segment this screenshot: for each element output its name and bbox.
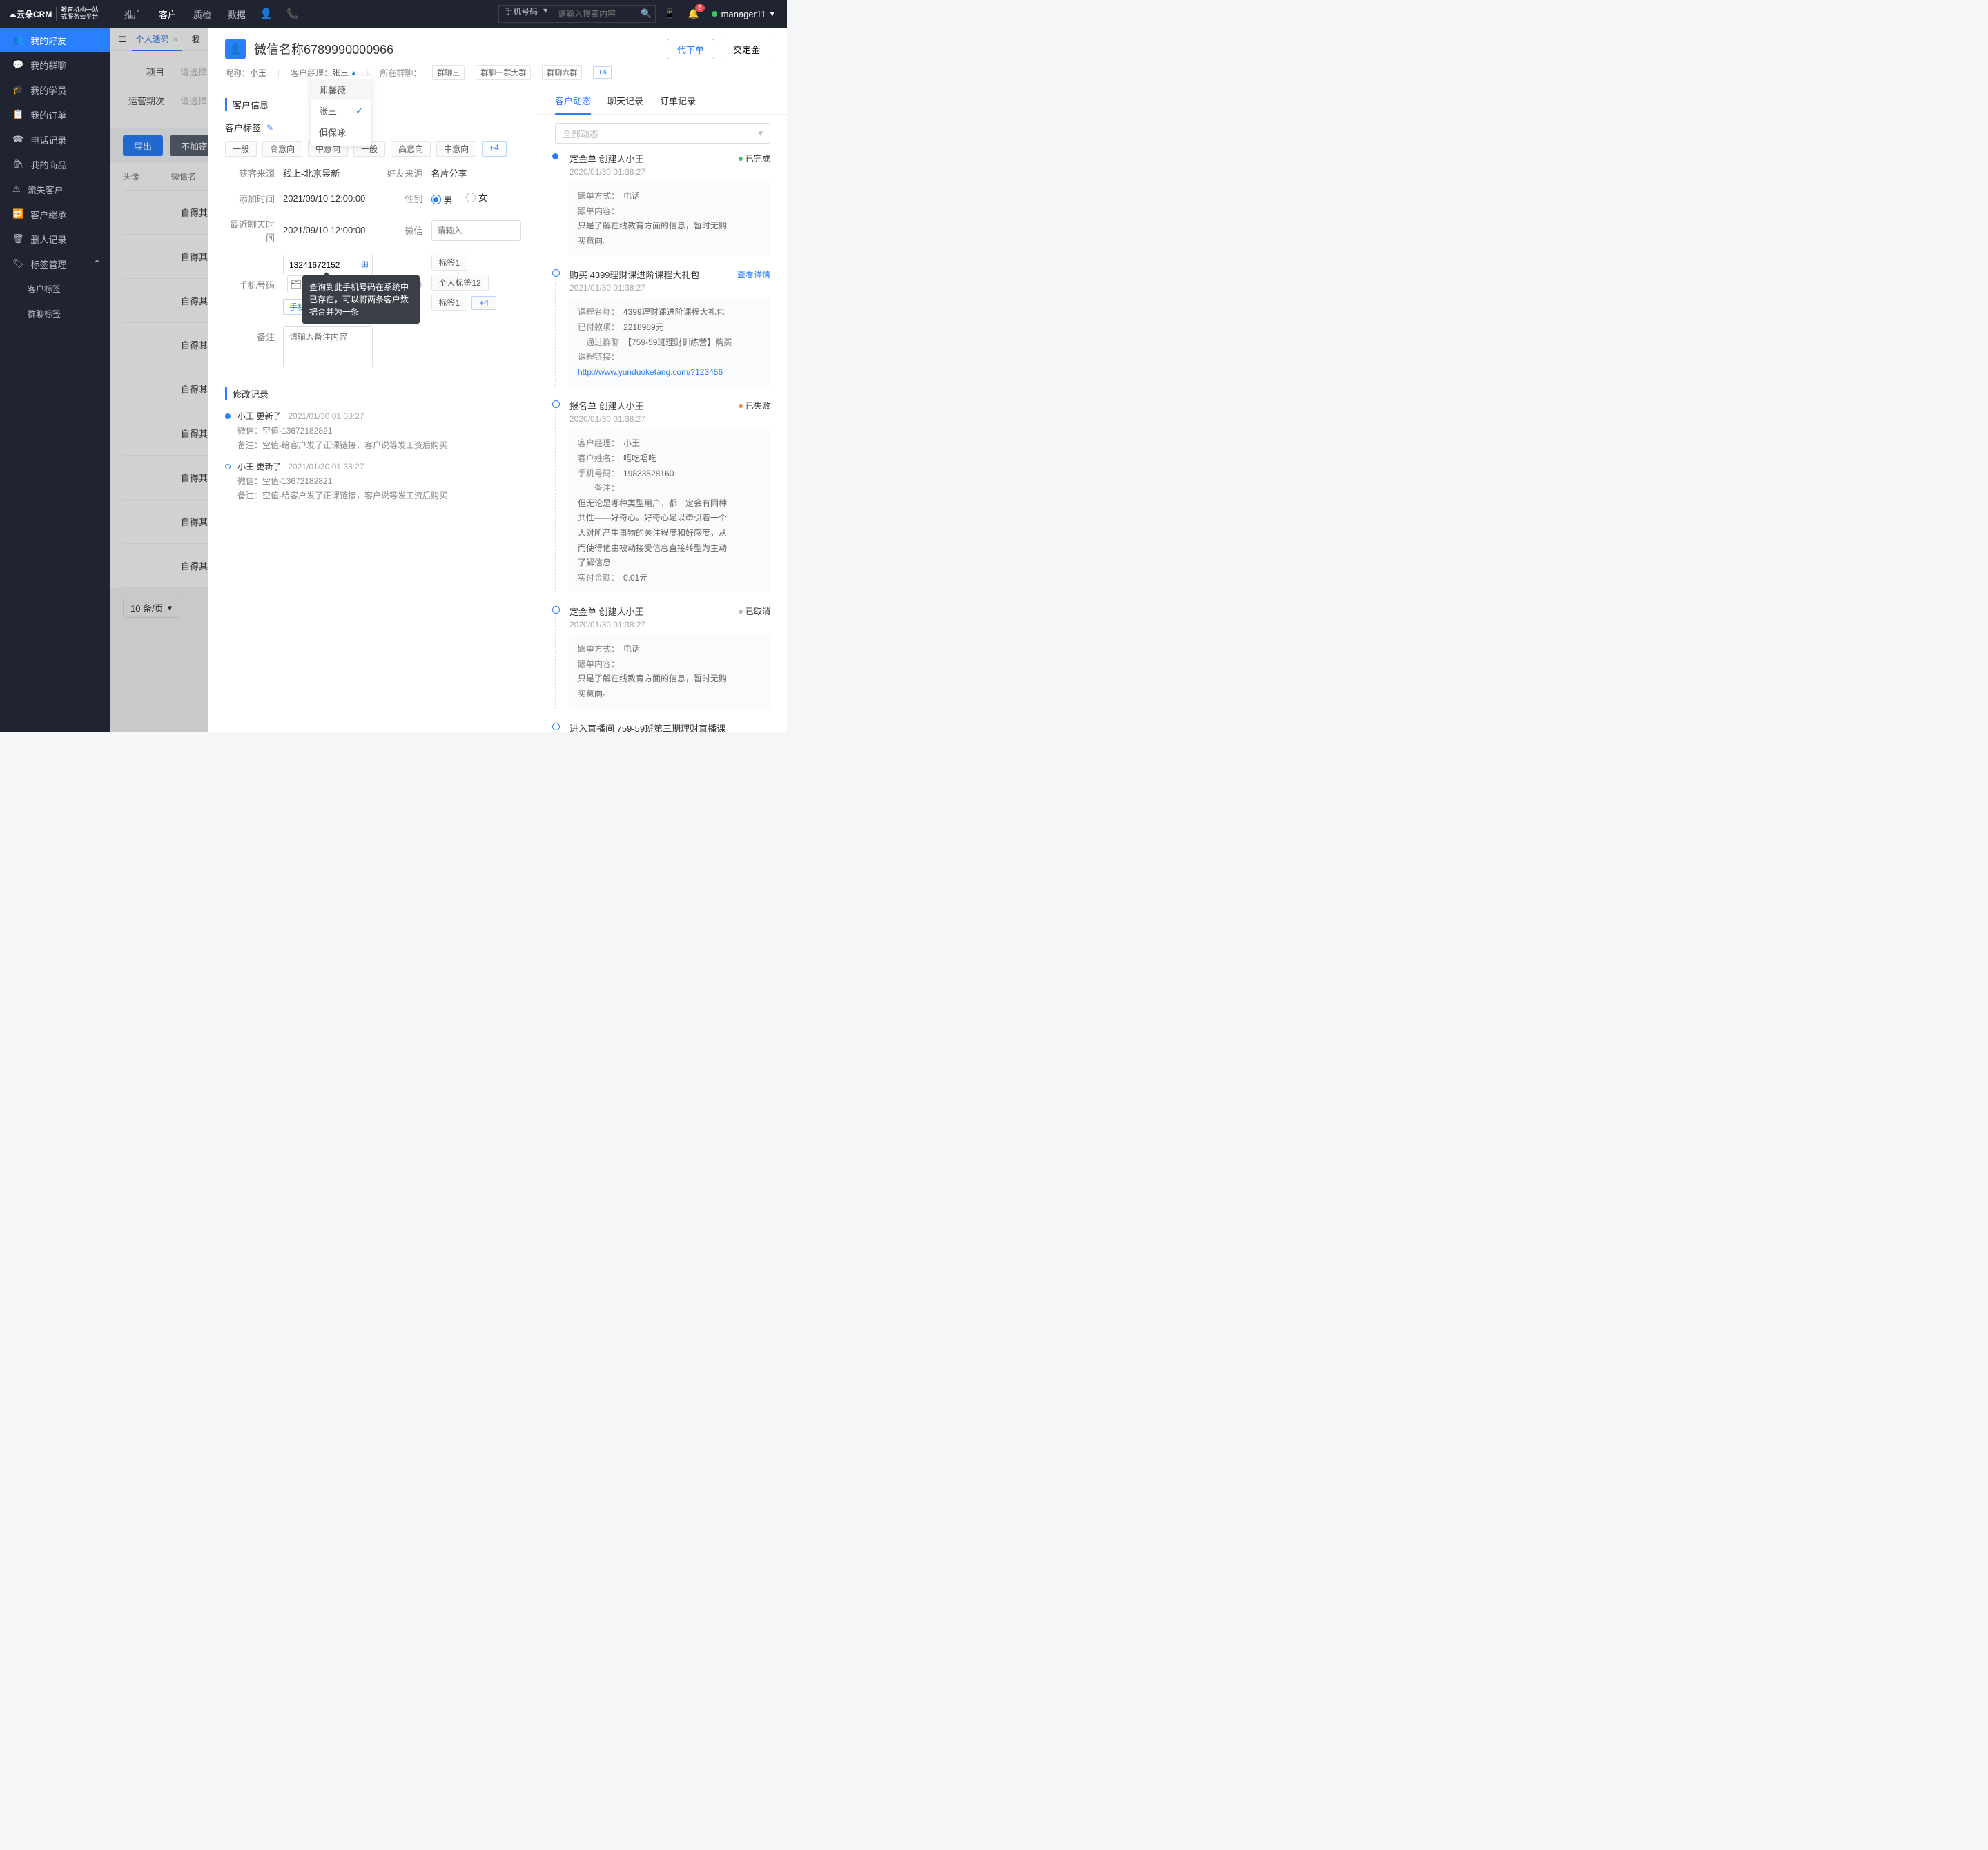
- dropdown-item[interactable]: 师馨薇: [311, 79, 371, 100]
- tab-orders[interactable]: 订单记录: [660, 94, 696, 114]
- personal-tag[interactable]: 标签1: [431, 295, 468, 311]
- customer-title: 微信名称6789990000966: [254, 40, 393, 58]
- customer-tag[interactable]: 高意向: [391, 141, 431, 157]
- view-detail-link[interactable]: 查看详情: [737, 269, 770, 280]
- gender-label: 性别: [373, 192, 431, 205]
- sidebar-sub-group-tags[interactable]: 群聊标签: [0, 301, 110, 326]
- last-chat-value: 2021/09/10 12:00:00: [283, 225, 373, 235]
- logo: ☁云朵CRM 教育机构一站式服务云平台: [0, 0, 110, 28]
- person-icon[interactable]: 👤: [260, 8, 273, 20]
- sidebar-item-students[interactable]: 🎓我的学员: [0, 77, 110, 102]
- log-dot-icon: [225, 464, 231, 469]
- tab-chat[interactable]: 聊天记录: [607, 94, 643, 114]
- gender-female-radio[interactable]: 女: [466, 191, 487, 204]
- personal-tag[interactable]: 标签1: [431, 255, 468, 271]
- customer-icon: 👤: [225, 39, 246, 59]
- sidebar-item-friends[interactable]: 👥我的好友: [0, 28, 110, 52]
- deposit-button[interactable]: 交定金: [723, 39, 770, 59]
- top-icons: 👤 📞: [260, 8, 299, 20]
- note-label: 备注: [225, 326, 283, 343]
- top-nav: 推广 客户 质检 数据: [124, 8, 246, 21]
- timeline-item: 定金单 创建人小王已取消2020/01/30 01:38:27跟单方式：电话跟单…: [555, 605, 770, 708]
- gender-male-radio[interactable]: 男: [431, 193, 453, 206]
- timeline-item: 进入直播间 759-59班第三期理财直播课2021/01/30 01:38:27…: [555, 721, 770, 732]
- wechat-input[interactable]: [431, 220, 521, 241]
- nav-promo[interactable]: 推广: [124, 8, 142, 21]
- search-icon[interactable]: 🔍: [641, 8, 652, 19]
- place-order-button[interactable]: 代下单: [667, 39, 714, 59]
- search-type-select[interactable]: 手机号码: [498, 5, 552, 23]
- mobile-icon[interactable]: 📱: [664, 8, 675, 19]
- add-time-label: 添加时间: [225, 192, 283, 205]
- source-value: 线上-北京昱新: [283, 166, 373, 179]
- sidebar-item-deleted[interactable]: 🗑删人记录: [0, 226, 110, 251]
- group-chip[interactable]: 群聊一群大群: [476, 65, 531, 80]
- edit-icon[interactable]: ✎: [266, 123, 273, 133]
- group-more-chip[interactable]: +4: [593, 66, 612, 79]
- activity-filter-select[interactable]: 全部动态▾: [555, 123, 770, 144]
- sidebar: 👥我的好友 💬我的群聊 🎓我的学员 📋我的订单 ☎电话记录 🛍我的商品 ⚠流失客…: [0, 28, 110, 732]
- customer-tags-label: 客户标签: [225, 121, 261, 134]
- dropdown-item[interactable]: 俱保咏: [311, 121, 371, 143]
- nav-qc[interactable]: 质检: [193, 8, 211, 21]
- chevron-up-icon: ⌃: [93, 258, 101, 269]
- friend-src-label: 好友来源: [373, 166, 431, 179]
- sidebar-item-orders[interactable]: 📋我的订单: [0, 102, 110, 127]
- customer-tag[interactable]: 一般: [225, 141, 257, 157]
- nav-data[interactable]: 数据: [228, 8, 246, 21]
- top-bar: ☁云朵CRM 教育机构一站式服务云平台 推广 客户 质检 数据 👤 📞 手机号码…: [0, 0, 787, 28]
- group-chip[interactable]: 群聊六群: [542, 65, 582, 80]
- timeline-item: 购买 4399理财课进阶课程大礼包查看详情2021/01/30 01:38:27…: [555, 268, 770, 387]
- timeline-item: 定金单 创建人小王已完成2020/01/30 01:38:27跟单方式：电话跟单…: [555, 152, 770, 255]
- sidebar-item-goods[interactable]: 🛍我的商品: [0, 152, 110, 177]
- group-chip[interactable]: 群聊三: [432, 65, 465, 80]
- bell-icon[interactable]: 🔔5: [688, 8, 699, 19]
- add-time-value: 2021/09/10 12:00:00: [283, 193, 373, 204]
- sidebar-item-groups[interactable]: 💬我的群聊: [0, 52, 110, 77]
- log-dot-icon: [225, 413, 231, 419]
- last-chat-label: 最近聊天时间: [225, 217, 283, 244]
- tag-more[interactable]: +4: [482, 141, 507, 157]
- phone-tooltip: 查询到此手机号码在系统中已存在，可以将两条客户数据合并为一条: [302, 275, 420, 324]
- user-menu[interactable]: manager11 ▾: [712, 8, 774, 19]
- note-textarea[interactable]: [283, 326, 373, 367]
- section-customer-info: 客户信息: [225, 98, 521, 111]
- customer-tag[interactable]: 高意向: [262, 141, 302, 157]
- sidebar-sub-customer-tags[interactable]: 客户标签: [0, 276, 110, 301]
- manager-dropdown: 师馨薇 张三✓ 俱保咏: [311, 76, 371, 146]
- phone-label: 手机号码: [225, 278, 283, 291]
- tab-activity[interactable]: 客户动态: [555, 94, 591, 114]
- customer-detail-panel: 👤 微信名称6789990000966 代下单 交定金 昵称：小王 | 客户经理…: [208, 28, 787, 732]
- wechat-label: 微信: [373, 224, 431, 237]
- dropdown-item[interactable]: 张三✓: [311, 100, 371, 121]
- sidebar-item-inherit[interactable]: 🔁客户继承: [0, 202, 110, 226]
- sidebar-item-tags[interactable]: 🏷标签管理⌃: [0, 251, 110, 276]
- section-mod-log: 修改记录: [225, 387, 521, 400]
- timeline-item: 报名单 创建人小王已失败2020/01/30 01:38:27客户经理：小王客户…: [555, 399, 770, 592]
- personal-tag[interactable]: 个人标签12: [431, 275, 489, 291]
- sidebar-item-lost[interactable]: ⚠流失客户: [0, 177, 110, 202]
- source-label: 获客来源: [225, 166, 283, 179]
- phone-lookup-icon[interactable]: ⊞: [361, 259, 369, 270]
- customer-tag[interactable]: 中意向: [436, 141, 476, 157]
- friend-src-value: 名片分享: [431, 166, 522, 179]
- tag-more[interactable]: +4: [471, 296, 496, 310]
- check-icon: ✓: [355, 106, 363, 117]
- phone-icon[interactable]: 📞: [286, 8, 300, 20]
- nav-customer[interactable]: 客户: [159, 8, 177, 21]
- sidebar-item-calls[interactable]: ☎电话记录: [0, 127, 110, 152]
